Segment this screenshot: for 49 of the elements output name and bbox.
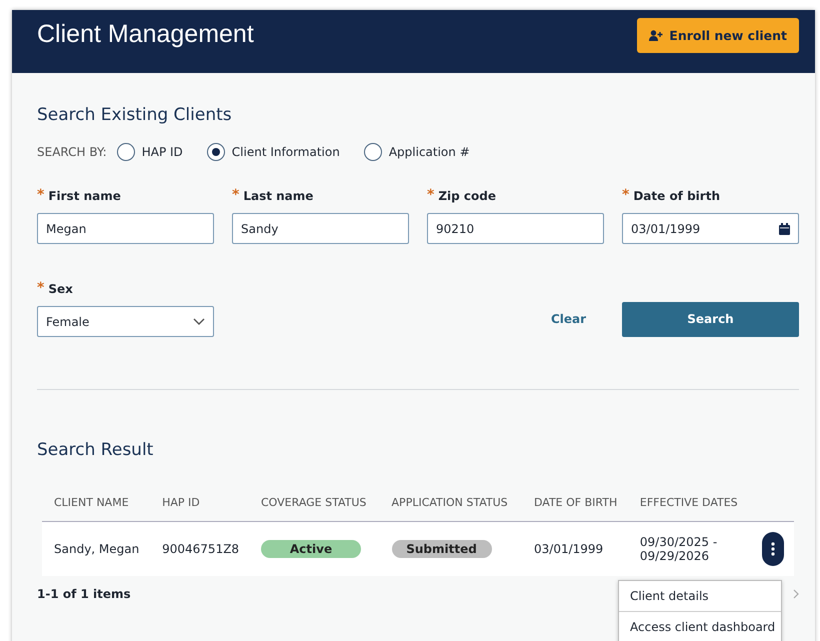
radio-icon[interactable] — [364, 143, 382, 161]
required-mark: * — [622, 189, 630, 203]
sex-dropdown[interactable]: Female — [37, 306, 214, 337]
radio-icon[interactable] — [206, 143, 225, 161]
required-mark: * — [427, 189, 434, 203]
enroll-button[interactable]: Enroll new client — [637, 18, 799, 53]
radio-option[interactable]: HAP ID — [116, 143, 183, 161]
field-label: Sex — [48, 282, 73, 296]
column-header: DATE OF BIRTH — [534, 496, 618, 509]
table-cell: 90046751Z8 — [162, 542, 240, 556]
more-button[interactable] — [762, 532, 784, 566]
required-mark: * — [232, 189, 240, 203]
chevron-down-icon[interactable] — [193, 318, 205, 325]
table-cell-text: 09/30/2025 - — [640, 535, 718, 549]
column-header: APPLICATION STATUS — [392, 496, 508, 509]
column-header: EFFECTIVE DATES — [640, 496, 738, 509]
column-header: HAP ID — [162, 496, 200, 509]
radio-option[interactable]: Application # — [364, 143, 470, 161]
required-mark: * — [37, 189, 44, 203]
section-title: Search Result — [37, 440, 154, 460]
section-title: Search Existing Clients — [37, 104, 233, 125]
field-label: Zip code — [438, 189, 496, 203]
column-header: COVERAGE STATUS — [261, 496, 366, 509]
clear-button[interactable]: Clear — [545, 311, 592, 327]
radio-option[interactable]: Client Information — [206, 143, 340, 161]
search-by-label: SEARCH BY: — [37, 145, 107, 159]
menu-item[interactable]: Access client dashboard — [619, 612, 781, 641]
input-field[interactable]: 03/01/1999 — [622, 213, 799, 244]
column-header: CLIENT NAME — [54, 496, 129, 509]
calendar-icon[interactable] — [779, 222, 790, 234]
input-field[interactable]: Megan — [37, 213, 214, 244]
input-field[interactable]: Sandy — [232, 213, 409, 244]
search-button[interactable]: Search — [622, 302, 799, 336]
menu-item[interactable]: Client details — [619, 581, 781, 612]
more-icon — [771, 542, 775, 556]
status-badge: Active — [261, 540, 361, 558]
status-badge: Submitted — [392, 540, 492, 558]
input-field[interactable]: 90210 — [427, 213, 604, 244]
pagination-count: 1-1 of 1 items — [37, 587, 131, 601]
radio-icon[interactable] — [116, 143, 135, 161]
field-label: Last name — [243, 189, 314, 203]
table-cell-text: 09/29/2026 — [640, 549, 710, 563]
table-cell: Sandy, Megan — [54, 542, 140, 556]
field-label: Date of birth — [633, 189, 720, 203]
field-label: First name — [48, 189, 121, 203]
page-title: Client Management — [37, 20, 254, 49]
required-mark: * — [37, 282, 44, 296]
table-cell: 03/01/1999 — [534, 542, 604, 556]
add-user-icon — [649, 30, 664, 41]
